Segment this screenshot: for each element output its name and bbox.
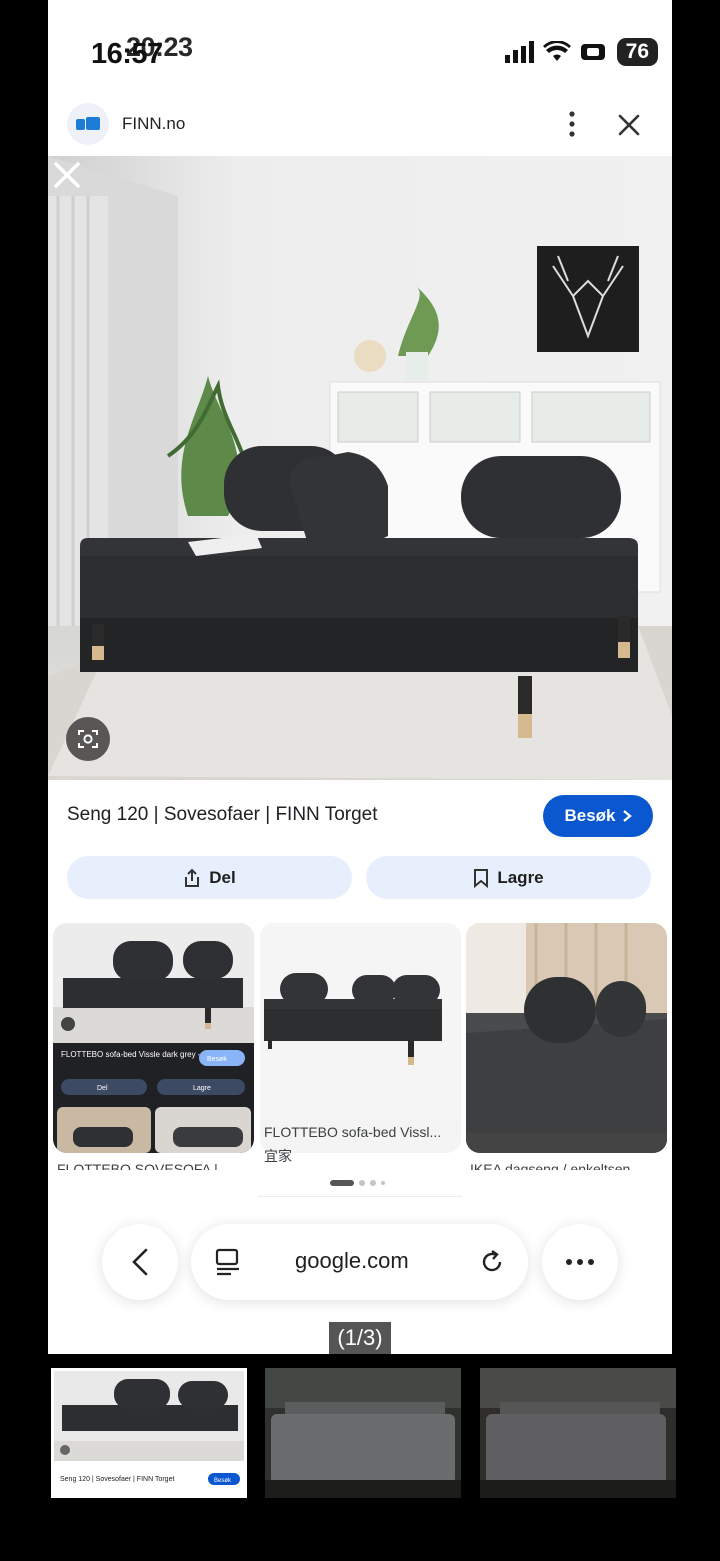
reload-icon[interactable] [479, 1249, 505, 1275]
related-result-1[interactable]: FLOTTEBO sofa-bed Vissle dark grey - IKE… [53, 923, 254, 1153]
sofa-room-illustration [48, 156, 672, 780]
related-result-3[interactable] [466, 923, 667, 1153]
result-title[interactable]: Seng 120 | Sovesofaer | FINN Torget [67, 804, 378, 826]
share-button[interactable]: Del [67, 856, 352, 899]
finn-logo-icon [76, 117, 100, 130]
status-time-overlay: 20:23 [126, 32, 193, 62]
browser-header: FINN.no [48, 96, 672, 154]
back-button[interactable] [102, 1224, 178, 1300]
bookmark-icon [474, 868, 489, 888]
related-thumbnail-2 [260, 923, 461, 1118]
url-text: google.com [295, 1248, 409, 1273]
more-button[interactable] [542, 1224, 618, 1300]
more-horizontal-icon [566, 1259, 594, 1265]
save-label: Lagre [497, 867, 544, 887]
related-caption-1: FLOTTEBO SOVESOFA | [57, 1161, 218, 1170]
more-options-icon[interactable] [560, 108, 584, 140]
image-close-icon[interactable] [50, 158, 84, 192]
related-caption-3: IKEA dagseng / enkeltsen [470, 1161, 631, 1170]
carousel-dot-active [330, 1180, 354, 1186]
divider [258, 1196, 462, 1197]
save-button[interactable]: Lagre [366, 856, 651, 899]
site-logo [67, 103, 109, 145]
wifi-icon [542, 41, 571, 61]
mini-visit: Besøk [207, 1056, 227, 1063]
close-icon[interactable] [616, 112, 642, 138]
strip-thumbnail-2[interactable] [265, 1368, 461, 1498]
image-counter: (1/3) [329, 1322, 391, 1354]
share-label: Del [209, 867, 236, 887]
address-bar[interactable]: google.com [191, 1224, 528, 1300]
mini-title: FLOTTEBO sofa-bed Vissle dark grey - IKE… [61, 1050, 222, 1059]
carousel-indicator [330, 1180, 385, 1186]
strip-mini-title: Seng 120 | Sovesofaer | FINN Torget [60, 1476, 174, 1483]
strip-mini-visit: Besøk [214, 1478, 232, 1484]
visit-button[interactable]: Besøk [543, 795, 653, 837]
visit-button-label: Besøk [564, 806, 616, 825]
signal-icon [504, 41, 534, 63]
product-image[interactable] [48, 156, 672, 780]
reader-mode-icon [215, 1248, 239, 1276]
carousel-dot [359, 1180, 365, 1186]
mini-save: Lagre [193, 1085, 211, 1092]
related-thumbnail-3 [466, 923, 667, 1153]
chevron-right-icon [622, 810, 632, 822]
strip-image-2 [265, 1368, 461, 1498]
strip-thumbnail-1[interactable]: Seng 120 | Sovesofaer | FINN Torget Besø… [51, 1368, 247, 1498]
strip-thumbnail-3[interactable] [480, 1368, 676, 1498]
mini-share: Del [97, 1085, 108, 1092]
site-name: FINN.no [122, 114, 186, 133]
data-saver-icon [580, 44, 605, 60]
battery-indicator: 76 [616, 38, 658, 66]
lens-search-button[interactable] [66, 717, 110, 761]
strip-image-3 [480, 1368, 676, 1498]
related-source-2: 宜家 [264, 1148, 292, 1164]
share-icon [185, 868, 200, 887]
status-bar: 16:57 20:23 76 [48, 0, 672, 92]
screenshot-frame: 16:57 20:23 76 FINN.no Seng 120 | Soveso… [48, 0, 672, 1354]
lens-icon [78, 730, 98, 748]
status-icons: 76 [504, 38, 658, 66]
related-thumbnail-1: FLOTTEBO sofa-bed Vissle dark grey - IKE… [53, 923, 254, 1153]
carousel-dot [381, 1181, 385, 1185]
strip-image-1: Seng 120 | Sovesofaer | FINN Torget Besø… [54, 1371, 244, 1485]
chevron-left-icon [132, 1248, 148, 1276]
related-caption-2: FLOTTEBO sofa-bed Vissl... [264, 1124, 442, 1140]
carousel-dot [370, 1180, 376, 1186]
related-result-2[interactable] [260, 923, 461, 1153]
